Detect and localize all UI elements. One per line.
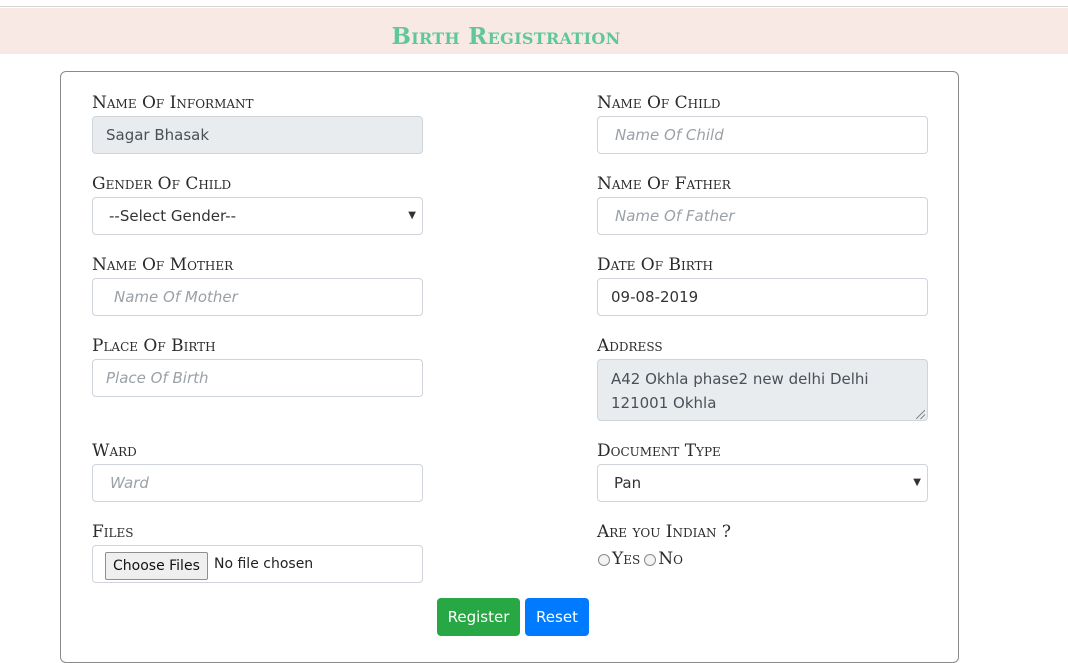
informant-value: Sagar Bhasak (106, 126, 210, 144)
informant-label: Name Of Informant (92, 93, 254, 113)
ward-field[interactable]: Ward (92, 464, 423, 502)
child-label: Name Of Child (597, 93, 721, 113)
caret-down-icon: ▼ (408, 210, 416, 221)
doctype-label: Document Type (597, 441, 721, 461)
indian-radio-group: Yes No (598, 549, 683, 569)
dob-field[interactable]: 09-08-2019 (597, 278, 928, 316)
yes-radio[interactable] (598, 553, 610, 566)
file-status: No file chosen (214, 556, 314, 572)
mother-label: Name Of Mother (92, 255, 234, 275)
mother-field[interactable]: Name Of Mother (92, 278, 423, 316)
yes-label: Yes (612, 549, 641, 569)
register-button[interactable]: Register (437, 598, 520, 636)
place-placeholder: Place Of Birth (106, 369, 209, 387)
ward-label: Ward (92, 441, 137, 461)
reset-button[interactable]: Reset (525, 598, 589, 636)
doctype-selected: Pan (614, 474, 642, 492)
dob-label: Date Of Birth (597, 255, 713, 275)
father-field[interactable]: Name Of Father (597, 197, 928, 235)
address-label: Address (597, 336, 663, 356)
page-title: Birth Registration (391, 23, 621, 50)
address-textarea[interactable]: A42 Okhla phase2 new delhi Delhi 121001 … (597, 359, 928, 421)
no-label: No (658, 549, 683, 569)
doctype-select[interactable]: Pan ▼ (597, 464, 928, 502)
files-label: Files (92, 522, 134, 542)
no-radio[interactable] (644, 553, 657, 566)
choose-files-button[interactable]: Choose Files (105, 552, 208, 580)
indian-label: Are you Indian ? (597, 522, 732, 542)
father-placeholder: Name Of Father (615, 207, 735, 225)
place-label: Place Of Birth (92, 336, 216, 356)
mother-placeholder: Name Of Mother (114, 288, 238, 306)
ward-placeholder: Ward (110, 474, 149, 492)
resize-handle-icon[interactable] (916, 410, 925, 419)
gender-label: Gender Of Child (92, 174, 232, 194)
top-divider (0, 0, 1068, 7)
informant-field[interactable]: Sagar Bhasak (92, 116, 423, 154)
gender-selected: --Select Gender-- (109, 207, 237, 225)
place-field[interactable]: Place Of Birth (92, 359, 423, 397)
caret-down-icon: ▼ (913, 477, 921, 488)
file-input[interactable]: Choose Files No file chosen (92, 545, 423, 583)
registration-form: Name Of Informant Sagar Bhasak Gender Of… (60, 71, 959, 663)
gender-select[interactable]: --Select Gender-- ▼ (92, 197, 423, 235)
child-placeholder: Name Of Child (615, 126, 724, 144)
dob-value: 09-08-2019 (611, 288, 699, 306)
address-value: A42 Okhla phase2 new delhi Delhi 121001 … (611, 370, 869, 412)
page-header: Birth Registration (0, 8, 1068, 54)
child-field[interactable]: Name Of Child (597, 116, 928, 154)
father-label: Name Of Father (597, 174, 731, 194)
